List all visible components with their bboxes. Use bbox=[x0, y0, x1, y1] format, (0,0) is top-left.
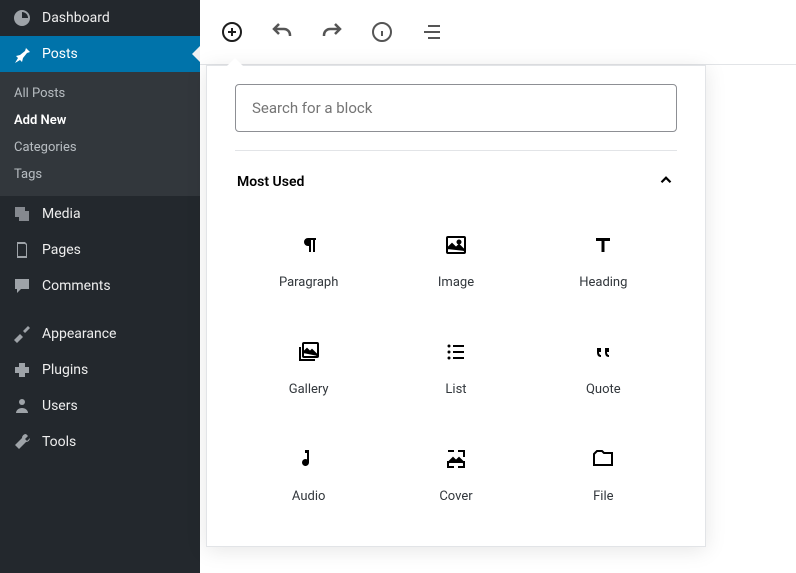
block-label: Cover bbox=[439, 489, 472, 504]
block-label: Audio bbox=[292, 489, 325, 504]
submenu-all-posts[interactable]: All Posts bbox=[0, 80, 200, 107]
pin-icon bbox=[12, 44, 32, 64]
sidebar-item-plugins[interactable]: Plugins bbox=[0, 352, 200, 388]
pages-icon bbox=[12, 240, 32, 260]
block-gallery[interactable]: Gallery bbox=[235, 314, 382, 421]
chevron-up-icon bbox=[657, 171, 675, 193]
redo-button[interactable] bbox=[318, 18, 346, 46]
sidebar-item-appearance[interactable]: Appearance bbox=[0, 316, 200, 352]
editor-main: a block Most Used Paragraph Image Headin… bbox=[200, 0, 796, 573]
sidebar-item-pages[interactable]: Pages bbox=[0, 232, 200, 268]
sidebar-item-tools[interactable]: Tools bbox=[0, 424, 200, 460]
undo-button[interactable] bbox=[268, 18, 296, 46]
sidebar-label: Posts bbox=[42, 46, 78, 62]
sidebar-label: Comments bbox=[42, 278, 111, 294]
tools-icon bbox=[12, 432, 32, 452]
submenu-categories[interactable]: Categories bbox=[0, 134, 200, 161]
dashboard-icon bbox=[12, 8, 32, 28]
sidebar-label: Plugins bbox=[42, 362, 88, 378]
block-paragraph[interactable]: Paragraph bbox=[235, 207, 382, 314]
sidebar-label: Tools bbox=[42, 434, 76, 450]
block-label: Gallery bbox=[289, 382, 329, 397]
block-quote[interactable]: Quote bbox=[530, 314, 677, 421]
paragraph-icon bbox=[295, 231, 323, 259]
submenu-tags[interactable]: Tags bbox=[0, 161, 200, 188]
block-heading[interactable]: Heading bbox=[530, 207, 677, 314]
media-icon bbox=[12, 204, 32, 224]
file-icon bbox=[589, 445, 617, 473]
sidebar-item-media[interactable]: Media bbox=[0, 196, 200, 232]
quote-icon bbox=[589, 338, 617, 366]
sidebar-item-posts[interactable]: Posts bbox=[0, 36, 200, 72]
gallery-icon bbox=[295, 338, 323, 366]
block-cover[interactable]: Cover bbox=[382, 421, 529, 528]
submenu-add-new[interactable]: Add New bbox=[0, 107, 200, 134]
outline-button[interactable] bbox=[418, 18, 446, 46]
most-used-section-header[interactable]: Most Used bbox=[235, 150, 677, 207]
sidebar-label: Dashboard bbox=[42, 10, 110, 26]
block-inserter-panel: Most Used Paragraph Image Heading Galler… bbox=[206, 65, 706, 547]
block-label: Image bbox=[438, 275, 474, 290]
users-icon bbox=[12, 396, 32, 416]
block-list[interactable]: List bbox=[382, 314, 529, 421]
block-file[interactable]: File bbox=[530, 421, 677, 528]
block-grid: Paragraph Image Heading Gallery List Quo… bbox=[235, 207, 677, 528]
block-search-input[interactable] bbox=[235, 84, 677, 132]
info-button[interactable] bbox=[368, 18, 396, 46]
editor-toolbar bbox=[200, 0, 796, 65]
heading-icon bbox=[589, 231, 617, 259]
admin-sidebar: Dashboard Posts All Posts Add New Catego… bbox=[0, 0, 200, 573]
block-image[interactable]: Image bbox=[382, 207, 529, 314]
sidebar-label: Pages bbox=[42, 242, 81, 258]
audio-icon bbox=[295, 445, 323, 473]
block-audio[interactable]: Audio bbox=[235, 421, 382, 528]
section-title: Most Used bbox=[237, 174, 304, 190]
block-label: File bbox=[593, 489, 613, 504]
sidebar-label: Media bbox=[42, 206, 81, 222]
posts-submenu: All Posts Add New Categories Tags bbox=[0, 72, 200, 196]
image-icon bbox=[442, 231, 470, 259]
plugins-icon bbox=[12, 360, 32, 380]
block-label: Quote bbox=[586, 382, 621, 397]
add-block-button[interactable] bbox=[218, 18, 246, 46]
sidebar-item-dashboard[interactable]: Dashboard bbox=[0, 0, 200, 36]
appearance-icon bbox=[12, 324, 32, 344]
block-label: Paragraph bbox=[279, 275, 338, 290]
list-icon bbox=[442, 338, 470, 366]
cover-icon bbox=[442, 445, 470, 473]
sidebar-item-comments[interactable]: Comments bbox=[0, 268, 200, 304]
sidebar-item-users[interactable]: Users bbox=[0, 388, 200, 424]
block-label: List bbox=[445, 382, 466, 397]
comments-icon bbox=[12, 276, 32, 296]
block-label: Heading bbox=[579, 275, 627, 290]
sidebar-label: Appearance bbox=[42, 326, 116, 342]
sidebar-label: Users bbox=[42, 398, 78, 414]
